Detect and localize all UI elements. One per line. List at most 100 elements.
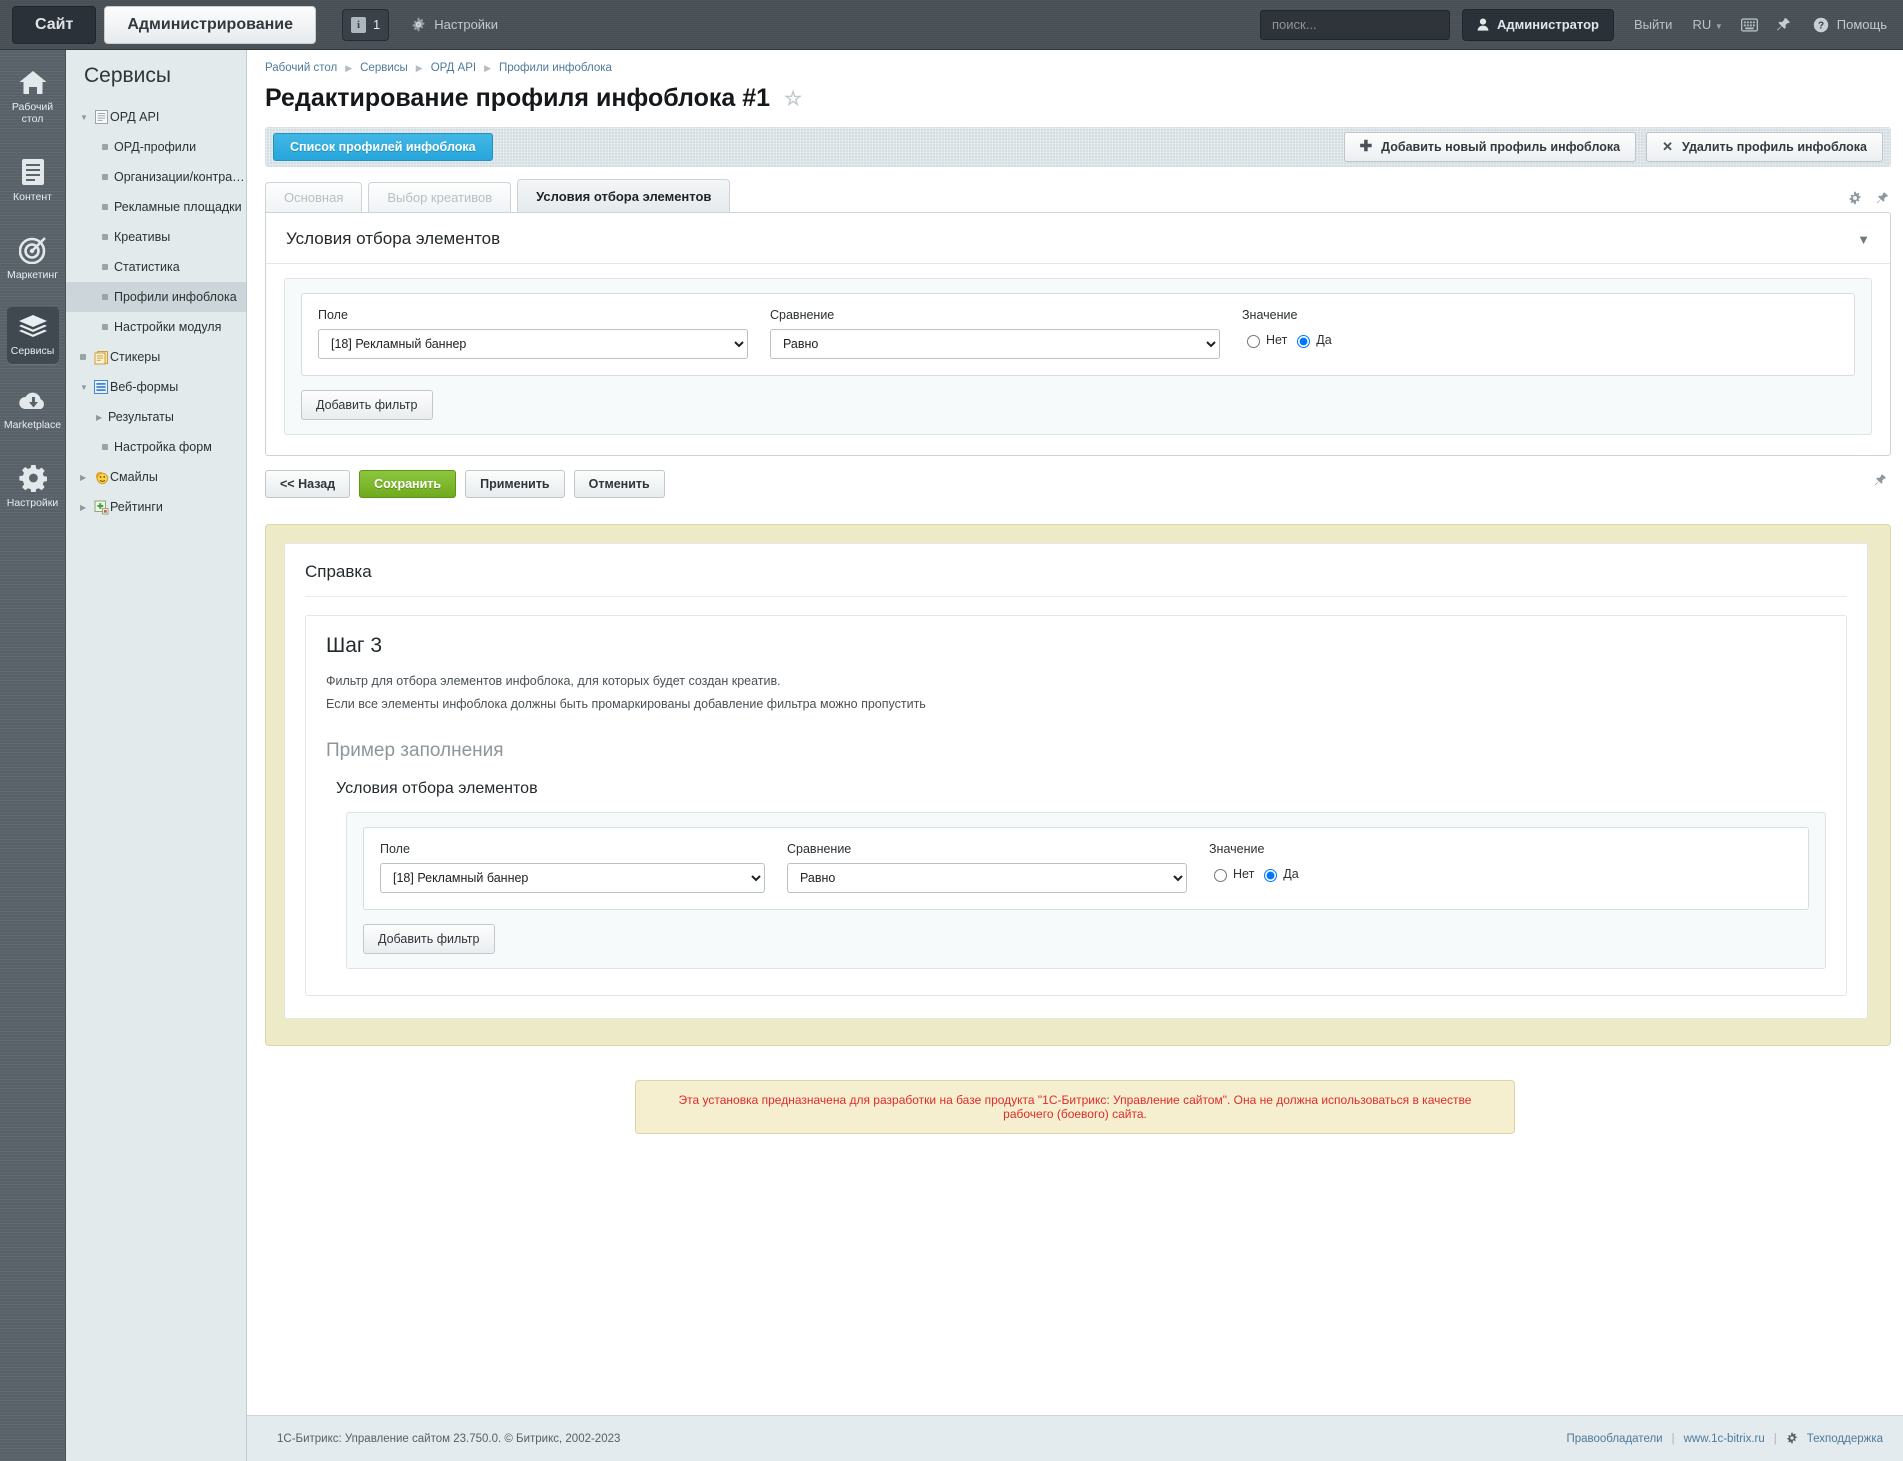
nav-label: Marketplace <box>3 419 62 431</box>
sidebar-item-ratings[interactable]: ▶ Рейтинги <box>66 492 246 522</box>
search-box[interactable] <box>1260 9 1451 40</box>
chevron-down-icon[interactable]: ▼ <box>80 383 92 392</box>
help-step-title: Шаг 3 <box>326 634 383 657</box>
sidebar-item-webforms[interactable]: ▼ Веб-формы <box>66 372 246 402</box>
sidebar-item-label: Рейтинги <box>110 500 163 514</box>
tab-tools <box>1848 191 1889 208</box>
help-inner: Справка Шаг 3 Фильтр для отбора элементо… <box>284 543 1868 1019</box>
dev-installation-notice: Эта установка предназначена для разработ… <box>635 1080 1515 1134</box>
question-circle-icon: ? <box>1813 17 1828 32</box>
breadcrumb-item-infoblock-profiles[interactable]: Профили инфоблока <box>499 62 612 74</box>
sidebar-title: Сервисы <box>84 64 172 87</box>
nav-item-settings[interactable]: Настройки <box>7 456 59 516</box>
breadcrumb-item-ord-api[interactable]: ОРД API <box>431 62 476 74</box>
pin-panel-button[interactable] <box>1776 17 1791 32</box>
example-add-filter-button[interactable]: Добавить фильтр <box>363 924 495 954</box>
language-selector[interactable]: RU ▼ <box>1692 17 1722 32</box>
field-group: Поле [18] Рекламный баннер <box>318 308 748 359</box>
field-select[interactable]: [18] Рекламный баннер <box>318 329 748 359</box>
sidebar-item-form-settings[interactable]: Настройка форм <box>66 432 246 462</box>
chevron-right-icon: ▶ <box>415 62 423 73</box>
example-radio-no[interactable]: Нет <box>1209 866 1254 882</box>
sidebar-item-statistics[interactable]: Статистика <box>66 252 246 282</box>
sidebar-item-label: Рекламные площадки <box>114 200 242 214</box>
example-comparison-select[interactable]: Равно <box>787 863 1187 893</box>
pin-icon <box>1776 18 1790 31</box>
settings-link[interactable]: Настройки <box>411 17 498 32</box>
sidebar-item-stickers[interactable]: Стикеры <box>66 342 246 372</box>
tab-element-filter-conditions[interactable]: Условия отбора элементов <box>517 179 731 212</box>
radio-yes-input[interactable] <box>1297 335 1311 348</box>
apply-button[interactable]: Применить <box>465 470 565 498</box>
footer: 1С-Битрикс: Управление сайтом 23.750.0. … <box>247 1415 1903 1461</box>
tab-site[interactable]: Сайт <box>12 5 97 44</box>
breadcrumb-item-services[interactable]: Сервисы <box>360 62 408 74</box>
sidebar-item-label: Стикеры <box>110 350 161 364</box>
nav-item-marketplace[interactable]: Marketplace <box>3 382 62 438</box>
document-icon <box>21 159 44 185</box>
radio-no-input[interactable] <box>1247 335 1260 348</box>
comparison-select[interactable]: Равно <box>770 329 1220 359</box>
footer-rightholders-link[interactable]: Правообладатели <box>1566 1433 1662 1445</box>
notification-counter[interactable]: i 1 <box>342 8 390 41</box>
example-filter-row: Поле [18] Рекламный баннер Сравнение Рав… <box>363 827 1809 910</box>
keyboard-shortcuts-button[interactable] <box>1740 17 1758 32</box>
add-infoblock-profile-button[interactable]: ✚ Добавить новый профиль инфоблока <box>1343 132 1637 162</box>
radio-no[interactable]: Нет <box>1242 332 1287 348</box>
bullet-icon <box>96 324 114 330</box>
webform-icon <box>92 380 110 394</box>
breadcrumb-item-desktop[interactable]: Рабочий стол <box>265 62 337 74</box>
nav-item-services[interactable]: Сервисы <box>6 306 59 364</box>
example-radio-yes-input[interactable] <box>1264 869 1278 882</box>
sidebar-item-infoblock-profiles[interactable]: Профили инфоблока <box>66 282 246 312</box>
help-link[interactable]: ? Помощь <box>1813 17 1887 33</box>
tabs-bar: Основная Выбор креативов Условия отбора … <box>265 179 1903 212</box>
example-field-select[interactable]: [18] Рекламный баннер <box>380 863 765 893</box>
field-label: Поле <box>318 308 348 322</box>
tab-administration[interactable]: Администрирование <box>104 5 317 44</box>
nav-item-desktop[interactable]: Рабочий стол <box>7 62 59 132</box>
gear-icon[interactable] <box>1848 191 1862 208</box>
sidebar-item-ad-platforms[interactable]: Рекламные площадки <box>66 192 246 222</box>
logout-link[interactable]: Выйти <box>1634 17 1673 32</box>
cancel-button[interactable]: Отменить <box>573 470 665 498</box>
tab-main[interactable]: Основная <box>265 182 363 212</box>
chevron-right-icon[interactable]: ▶ <box>80 473 92 482</box>
pin-icon[interactable] <box>1876 191 1889 208</box>
chevron-down-icon[interactable]: ▼ <box>80 113 92 122</box>
pin-icon[interactable] <box>1874 473 1887 490</box>
example-field-label: Поле <box>380 842 410 856</box>
nav-item-marketing[interactable]: Маркетинг <box>7 228 59 288</box>
sidebar-item-label: Настройка форм <box>114 440 212 454</box>
search-input[interactable] <box>1270 16 1451 33</box>
help-title: Справка <box>305 562 1847 597</box>
help-step-card: Шаг 3 Фильтр для отбора элементов инфобл… <box>305 615 1847 996</box>
chevron-down-icon[interactable]: ▼ <box>1857 232 1870 247</box>
sidebar-item-module-settings[interactable]: Настройки модуля <box>66 312 246 342</box>
chevron-right-icon[interactable]: ▶ <box>80 503 92 512</box>
sidebar-item-creatives[interactable]: Креативы <box>66 222 246 252</box>
footer-site-link[interactable]: www.1c-bitrix.ru <box>1684 1433 1765 1445</box>
help-example-box: Поле [18] Рекламный баннер Сравнение Рав… <box>346 812 1826 969</box>
tab-creative-selection[interactable]: Выбор креативов <box>368 182 512 212</box>
add-filter-button[interactable]: Добавить фильтр <box>301 390 433 420</box>
example-radio-no-input[interactable] <box>1214 869 1227 882</box>
sidebar-item-label: ОРД API <box>110 110 160 124</box>
radio-yes[interactable]: Да <box>1292 332 1332 348</box>
star-outline-icon[interactable]: ☆ <box>784 86 802 111</box>
chevron-right-icon[interactable]: ▶ <box>96 413 108 422</box>
example-radio-yes[interactable]: Да <box>1259 866 1299 882</box>
delete-infoblock-profile-button[interactable]: ✕ Удалить профиль инфоблока <box>1646 132 1883 162</box>
infoblock-profiles-list-button[interactable]: Список профилей инфоблока <box>273 133 493 161</box>
sidebar-item-organizations[interactable]: Организации/контрагенты <box>66 162 246 192</box>
back-button[interactable]: << Назад <box>265 470 351 498</box>
user-menu-button[interactable]: Администратор <box>1462 8 1614 41</box>
footer-support-link[interactable]: Техподдержка <box>1807 1433 1883 1445</box>
nav-item-content[interactable]: Контент <box>7 150 59 210</box>
sidebar-item-ord-profiles[interactable]: ОРД-профили <box>66 132 246 162</box>
sidebar-item-ord-api[interactable]: ▼ ОРД API <box>66 102 246 132</box>
sidebar-item-results[interactable]: ▶ Результаты <box>66 402 246 432</box>
example-add-filter-wrap: Добавить фильтр <box>363 910 1809 954</box>
sidebar-item-smiles[interactable]: ▶ Смайлы <box>66 462 246 492</box>
save-button[interactable]: Сохранить <box>359 470 457 498</box>
